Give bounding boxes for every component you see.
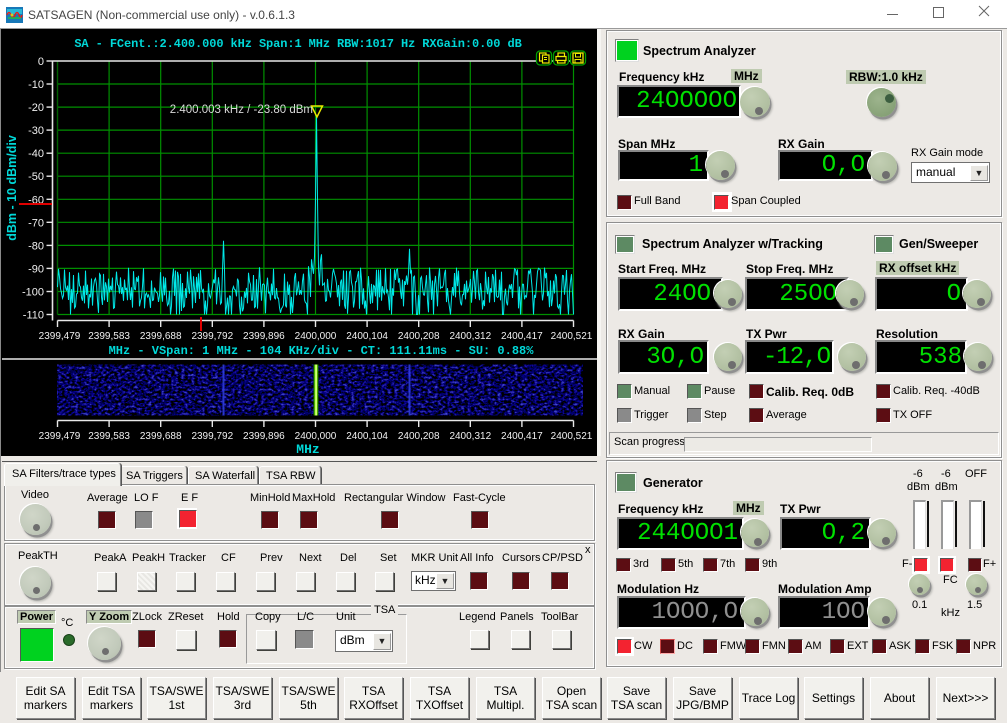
svg-text:2400,208: 2400,208 [398,331,440,342]
svg-text:2400,312: 2400,312 [449,431,491,442]
svg-text:2400,000: 2400,000 [295,431,337,442]
svg-text:MHz - VSpan: 1 MHz - 104 KHz/d: MHz - VSpan: 1 MHz - 104 KHz/div - CT: 1… [109,344,535,358]
svg-text:2400,521: 2400,521 [551,331,593,342]
svg-text:2400,000: 2400,000 [295,331,337,342]
svg-text:2400,417: 2400,417 [501,331,543,342]
svg-text:-110: -110 [23,310,44,322]
svg-text:2400,104: 2400,104 [346,331,388,342]
svg-text:-30: -30 [28,125,44,137]
svg-text:2400,417: 2400,417 [501,431,543,442]
svg-text:-10: -10 [28,79,44,91]
svg-text:0: 0 [38,56,44,68]
svg-text:2399,792: 2399,792 [191,431,233,442]
svg-text:2399,688: 2399,688 [140,331,182,342]
svg-text:2399,479: 2399,479 [39,331,81,342]
svg-text:dBm - 10 dBm/div: dBm - 10 dBm/div [5,135,19,241]
svg-text:2399,583: 2399,583 [88,431,130,442]
svg-text:2399,896: 2399,896 [243,431,285,442]
svg-text:-100: -100 [22,287,44,299]
svg-text:SA - FCent.:2.400.000 kHz Span: SA - FCent.:2.400.000 kHz Span:1 MHz RBW… [74,37,521,51]
svg-text:2400,521: 2400,521 [551,431,593,442]
svg-text:2400,312: 2400,312 [449,331,491,342]
svg-text:2399,792: 2399,792 [191,331,233,342]
svg-text:-40: -40 [28,148,44,160]
svg-text:-70: -70 [28,217,44,229]
svg-text:2399,479: 2399,479 [39,431,81,442]
svg-text:2399,896: 2399,896 [243,331,285,342]
svg-text:-90: -90 [28,263,44,275]
svg-text:2399,688: 2399,688 [140,431,182,442]
svg-text:-50: -50 [28,171,44,183]
svg-text:2400,104: 2400,104 [346,431,388,442]
svg-text:2400,208: 2400,208 [398,431,440,442]
svg-text:MHz: MHz [296,442,319,456]
svg-text:-80: -80 [28,240,44,252]
svg-text:2.400.003 kHz / -23.80 dBm: 2.400.003 kHz / -23.80 dBm [170,104,313,116]
svg-text:-20: -20 [28,102,44,114]
svg-text:2399,583: 2399,583 [88,331,130,342]
